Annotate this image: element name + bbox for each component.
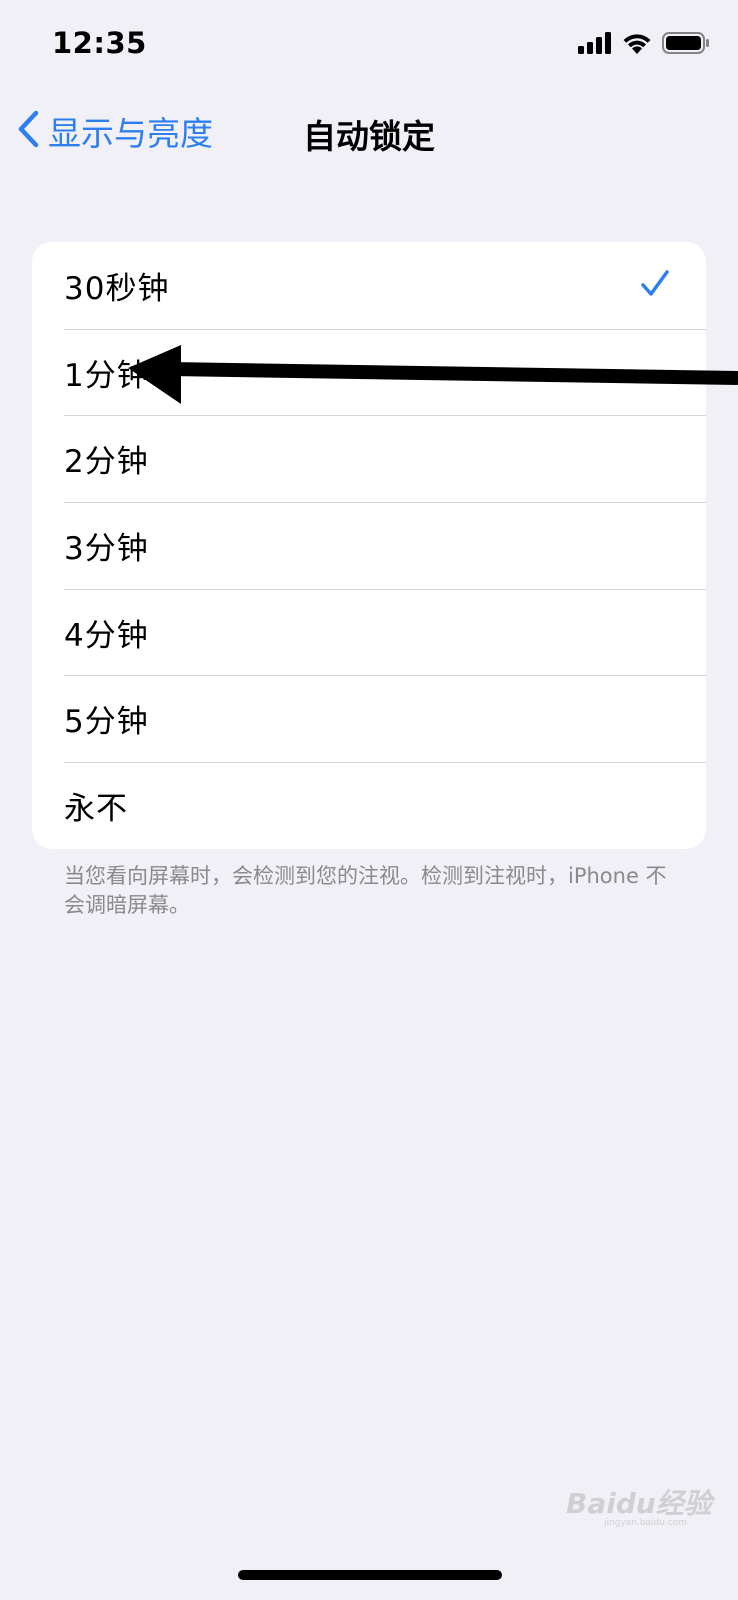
cellular-signal-icon [578, 32, 612, 58]
watermark-text: Baidu经验 [566, 1487, 712, 1520]
option-1-minute[interactable]: 1分钟 [32, 328, 706, 416]
home-indicator[interactable] [238, 1570, 502, 1580]
option-label: 3分钟 [64, 530, 149, 567]
option-label: 5分钟 [64, 704, 149, 741]
option-3-minutes[interactable]: 3分钟 [32, 502, 706, 589]
auto-lock-screen: 12:35 显示与亮度 自动锁定 30秒钟 1分钟 2分钟 3分钟 4分钟 5分… [0, 0, 738, 1600]
option-2-minutes[interactable]: 2分钟 [32, 415, 706, 502]
status-time: 12:35 [52, 26, 147, 60]
option-label: 30秒钟 [64, 270, 170, 307]
option-label: 4分钟 [64, 617, 149, 654]
option-4-minutes[interactable]: 4分钟 [32, 588, 706, 676]
watermark: Baidu经验 [566, 1482, 712, 1522]
option-5-minutes[interactable]: 5分钟 [32, 675, 706, 762]
status-bar: 12:35 [0, 0, 738, 92]
option-never[interactable]: 永不 [32, 762, 706, 849]
checkmark-icon [640, 269, 670, 303]
wifi-icon [622, 32, 652, 58]
option-label: 永不 [64, 790, 128, 827]
status-icons [578, 32, 710, 58]
page-title: 自动锁定 [303, 117, 435, 156]
option-label: 2分钟 [64, 444, 149, 481]
auto-lock-options-list: 30秒钟 1分钟 2分钟 3分钟 4分钟 5分钟 永不 [32, 242, 706, 849]
watermark-sub: jingyan.baidu.com [604, 1518, 688, 1528]
battery-icon [662, 32, 710, 58]
option-label: 1分钟 [64, 357, 149, 394]
option-30-seconds[interactable]: 30秒钟 [32, 242, 706, 329]
attention-aware-footnote: 当您看向屏幕时，会检测到您的注视。检测到注视时，iPhone 不会调暗屏幕。 [64, 864, 667, 917]
navigation-bar: 显示与亮度 自动锁定 [0, 92, 738, 172]
